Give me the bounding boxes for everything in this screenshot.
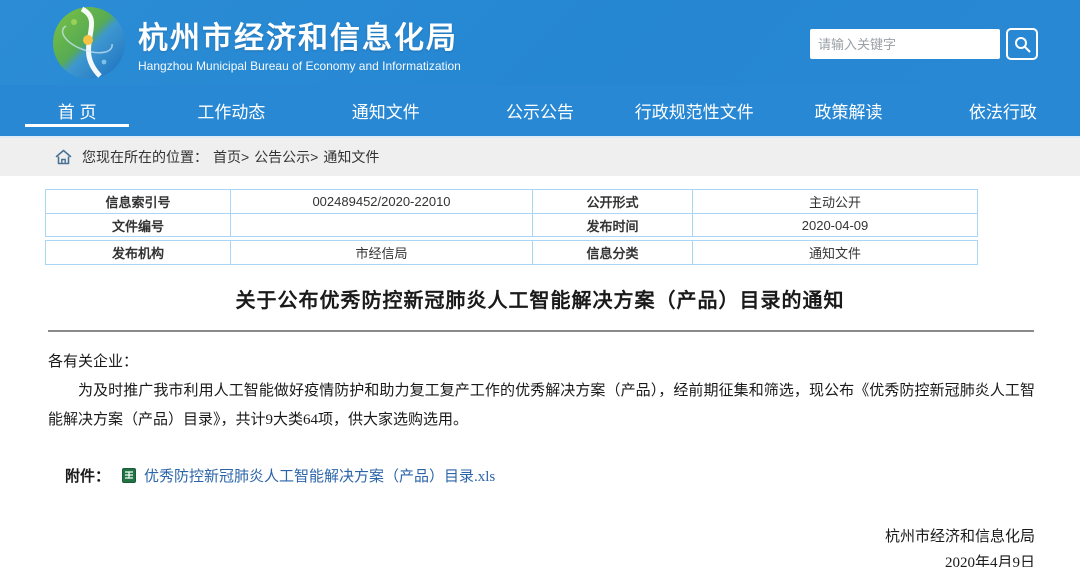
meta-publisher-label: 发布机构 (46, 241, 230, 264)
breadcrumb-announcements[interactable]: 公告公示> (254, 147, 318, 167)
title-divider (48, 330, 1034, 332)
document-title: 关于公布优秀防控新冠肺炎人工智能解决方案（产品）目录的通知 (0, 284, 1080, 313)
nav-item-announcements[interactable]: 公示公告 (463, 85, 617, 136)
meta-category-label: 信息分类 (532, 241, 692, 264)
logo-globe-icon (52, 6, 126, 80)
meta-index-number-label: 信息索引号 (46, 190, 230, 213)
site-logo (52, 6, 126, 80)
meta-publish-date-value: 2020-04-09 (692, 214, 977, 236)
search-input[interactable] (810, 29, 1000, 59)
site-subtitle: Hangzhou Municipal Bureau of Economy and… (138, 59, 461, 73)
breadcrumb-notices[interactable]: 通知文件 (323, 147, 379, 167)
meta-publisher-value: 市经信局 (230, 241, 532, 264)
nav-item-home[interactable]: 首 页 (0, 85, 154, 136)
signature-date: 2020年4月9日 (0, 550, 1035, 567)
nav-item-notices[interactable]: 通知文件 (309, 85, 463, 136)
meta-doc-number-label: 文件编号 (46, 214, 230, 236)
meta-publicity-form-label: 公开形式 (532, 190, 692, 213)
site-title: 杭州市经济和信息化局 (138, 13, 461, 57)
document-signature: 杭州市经济和信息化局 2020年4月9日 (0, 524, 1080, 567)
excel-file-icon (122, 468, 136, 483)
attachment-label: 附件： (65, 465, 110, 486)
site-header: 杭州市经济和信息化局 Hangzhou Municipal Bureau of … (0, 0, 1080, 85)
table-row: 发布机构 市经信局 信息分类 通知文件 (46, 241, 977, 264)
site-brand: 杭州市经济和信息化局 Hangzhou Municipal Bureau of … (138, 13, 461, 73)
search-button[interactable] (1006, 28, 1038, 60)
nav-item-regulatory-docs[interactable]: 行政规范性文件 (617, 85, 771, 136)
attachment-link[interactable]: 优秀防控新冠肺炎人工智能解决方案（产品）目录.xls (144, 465, 495, 486)
meta-index-number-value: 002489452/2020-22010 (230, 190, 532, 213)
table-row: 信息索引号 002489452/2020-22010 公开形式 主动公开 (46, 190, 977, 213)
salutation: 各有关企业： (48, 348, 1035, 377)
search-icon (1014, 36, 1031, 53)
meta-publicity-form-value: 主动公开 (692, 190, 977, 213)
main-paragraph: 为及时推广我市利用人工智能做好疫情防护和助力复工复产工作的优秀解决方案（产品），… (48, 377, 1035, 435)
breadcrumb-home[interactable]: 首页> (213, 147, 249, 167)
meta-publish-date-label: 发布时间 (532, 214, 692, 236)
main-nav: 首 页 工作动态 通知文件 公示公告 行政规范性文件 政策解读 依法行政 (0, 85, 1080, 138)
nav-item-law-based-admin[interactable]: 依法行政 (926, 85, 1080, 136)
signer-name: 杭州市经济和信息化局 (0, 524, 1035, 550)
meta-doc-number-value (230, 214, 532, 236)
home-icon (55, 149, 72, 165)
document-meta-table: 信息索引号 002489452/2020-22010 公开形式 主动公开 文件编… (45, 189, 978, 265)
breadcrumb-label: 您现在所在的位置： (82, 147, 208, 167)
search-area (810, 28, 1038, 60)
breadcrumb: 您现在所在的位置： 首页> 公告公示> 通知文件 (0, 138, 1080, 176)
attachment-row: 附件： 优秀防控新冠肺炎人工智能解决方案（产品）目录.xls (65, 465, 1080, 486)
table-row: 文件编号 发布时间 2020-04-09 (46, 213, 977, 236)
meta-category-value: 通知文件 (692, 241, 977, 264)
nav-item-work-news[interactable]: 工作动态 (154, 85, 308, 136)
document-body: 关于公布优秀防控新冠肺炎人工智能解决方案（产品）目录的通知 各有关企业： 为及时… (0, 284, 1080, 567)
nav-item-policy-interpretation[interactable]: 政策解读 (771, 85, 925, 136)
